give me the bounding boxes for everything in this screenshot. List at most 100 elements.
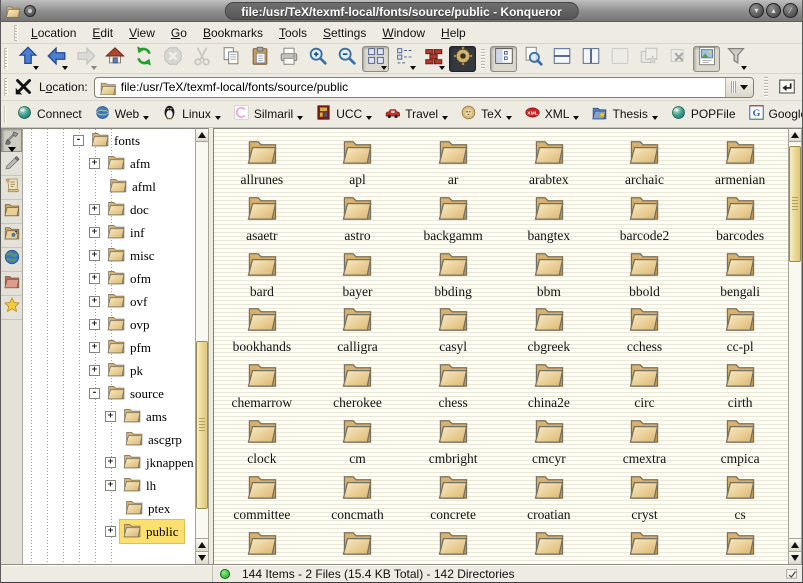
tree-item-afml[interactable]: afml <box>23 175 195 198</box>
folder-cirth[interactable]: cirth <box>692 357 788 413</box>
print-button[interactable] <box>275 46 302 72</box>
sticky-button[interactable] <box>24 5 36 17</box>
folder-cs[interactable]: cs <box>692 469 788 525</box>
tree-item-ovf[interactable]: +ovf <box>23 290 195 313</box>
bookmark-travel[interactable]: Travel <box>379 102 453 126</box>
split-view-left-right-button[interactable] <box>577 46 604 72</box>
sidebar-tab-home-folder[interactable] <box>1 200 22 224</box>
folder-archaic[interactable]: archaic <box>597 134 693 190</box>
folder-cc-pl[interactable]: cc-pl <box>692 301 788 357</box>
sidebar-tab-root-folder[interactable] <box>1 272 22 296</box>
folder-asaetr[interactable]: asaetr <box>214 190 310 246</box>
tree-entry[interactable]: inf <box>104 221 149 244</box>
folder-cm[interactable]: cm <box>310 413 406 469</box>
location-toolbar-handle[interactable] <box>4 78 8 96</box>
folder-calligra[interactable]: calligra <box>310 301 406 357</box>
maximize-button[interactable]: ▴ <box>766 3 781 18</box>
tree-item-public[interactable]: +public <box>23 520 195 543</box>
menu-window[interactable]: Window <box>375 24 432 42</box>
folder-partial[interactable] <box>214 525 310 565</box>
folder-china2e[interactable]: china2e <box>501 357 597 413</box>
tree-item-ofm[interactable]: +ofm <box>23 267 195 290</box>
tree-item-ams[interactable]: + ams <box>23 405 195 428</box>
tree-scrollbar[interactable] <box>195 128 209 565</box>
tree-entry[interactable]: pk <box>104 359 148 382</box>
list-view-button[interactable] <box>391 46 418 72</box>
folder-icon-view[interactable]: allrunesaplararabtexarchaicarmenianasaet… <box>213 128 788 565</box>
tree-entry[interactable]: ovp <box>104 313 155 336</box>
filter-button[interactable] <box>722 46 749 72</box>
tree-entry[interactable]: fonts <box>88 129 145 152</box>
tree-entry[interactable]: doc <box>104 198 154 221</box>
zoom-out-button[interactable] <box>333 46 360 72</box>
close-tab-button[interactable] <box>664 46 691 72</box>
expand-icon[interactable]: + <box>89 158 100 169</box>
scroll-up-button[interactable] <box>789 129 801 142</box>
expand-icon[interactable]: + <box>89 319 100 330</box>
menu-help[interactable]: Help <box>434 24 473 42</box>
folder-cbgreek[interactable]: cbgreek <box>501 301 597 357</box>
location-input[interactable]: file:/usr/TeX/texmf-local/fonts/source/p… <box>94 77 754 98</box>
show-sidebar-button[interactable] <box>490 46 517 72</box>
close-button[interactable]: ∕ <box>783 3 798 18</box>
menubar-handle[interactable] <box>14 25 18 41</box>
folder-cryst[interactable]: cryst <box>597 469 693 525</box>
tree-item-pfm[interactable]: + pfm <box>23 336 195 359</box>
collapse-icon[interactable]: - <box>89 388 100 399</box>
tree-entry[interactable]: ascgrp <box>122 428 187 451</box>
menu-go[interactable]: Go <box>164 24 194 42</box>
zoom-in-button[interactable] <box>304 46 331 72</box>
tree-entry[interactable]: ovf <box>104 290 152 313</box>
folder-concrete[interactable]: concrete <box>405 469 501 525</box>
expand-icon[interactable]: + <box>89 342 100 353</box>
menu-edit[interactable]: Edit <box>85 24 120 42</box>
tree-entry[interactable]: afm <box>104 152 155 175</box>
tree-item-lh[interactable]: +lh <box>23 474 195 497</box>
folder-barcode2[interactable]: barcode2 <box>597 190 693 246</box>
menu-view[interactable]: View <box>122 24 162 42</box>
konqueror-gear-button[interactable] <box>449 46 476 72</box>
expand-icon[interactable]: + <box>89 250 100 261</box>
split-view-top-bottom-button[interactable] <box>548 46 575 72</box>
image-preview-button[interactable] <box>693 46 720 72</box>
folder-bbding[interactable]: bbding <box>405 246 501 302</box>
clear-location-icon[interactable] <box>13 76 35 98</box>
bookmark-tex[interactable]: TeX <box>455 102 517 126</box>
tree-item-fonts[interactable]: -fonts <box>23 129 195 152</box>
reload-button[interactable] <box>130 46 157 72</box>
tree-item-inf[interactable]: +inf <box>23 221 195 244</box>
folder-bayer[interactable]: bayer <box>310 246 406 302</box>
tree-item-ovp[interactable]: + ovp <box>23 313 195 336</box>
tree-entry[interactable]: ams <box>120 405 172 428</box>
folder-ar[interactable]: ar <box>405 134 501 190</box>
expand-icon[interactable]: + <box>105 480 116 491</box>
menu-bookmarks[interactable]: Bookmarks <box>196 24 270 42</box>
folder-apl[interactable]: apl <box>310 134 406 190</box>
tree-entry[interactable]: pfm <box>104 336 156 359</box>
tree-item-afm[interactable]: + afm <box>23 152 195 175</box>
bookmark-xml[interactable]: XMLXML <box>519 102 585 126</box>
cut-button[interactable] <box>188 46 215 72</box>
go-button[interactable] <box>776 76 798 98</box>
folder-chess[interactable]: chess <box>405 357 501 413</box>
copy-button[interactable] <box>217 46 244 72</box>
folder-cherokee[interactable]: cherokee <box>310 357 406 413</box>
bookmark-silmaril[interactable]: Silmaril <box>228 102 308 126</box>
folder-casyl[interactable]: casyl <box>405 301 501 357</box>
tree-entry[interactable]: misc <box>104 244 160 267</box>
folder-armenian[interactable]: armenian <box>692 134 788 190</box>
tree-entry[interactable]: ofm <box>104 267 156 290</box>
main-scrollbar[interactable] <box>788 128 802 565</box>
icon-view-button[interactable] <box>362 46 389 72</box>
duplicate-tab-button[interactable] <box>635 46 662 72</box>
tree-entry[interactable]: ptex <box>122 497 175 520</box>
folder-backgamm[interactable]: backgamm <box>405 190 501 246</box>
folder-cmextra[interactable]: cmextra <box>597 413 693 469</box>
expand-icon[interactable]: + <box>105 411 116 422</box>
bookmark-toolbar-handle[interactable] <box>4 105 6 123</box>
folder-partial[interactable] <box>405 525 501 565</box>
scroll-up-button[interactable] <box>196 129 208 142</box>
bookmark-google[interactable]: GGoogle <box>743 102 803 126</box>
bookmark-linux[interactable]: Linux <box>156 102 226 126</box>
folder-bengali[interactable]: bengali <box>692 246 788 302</box>
